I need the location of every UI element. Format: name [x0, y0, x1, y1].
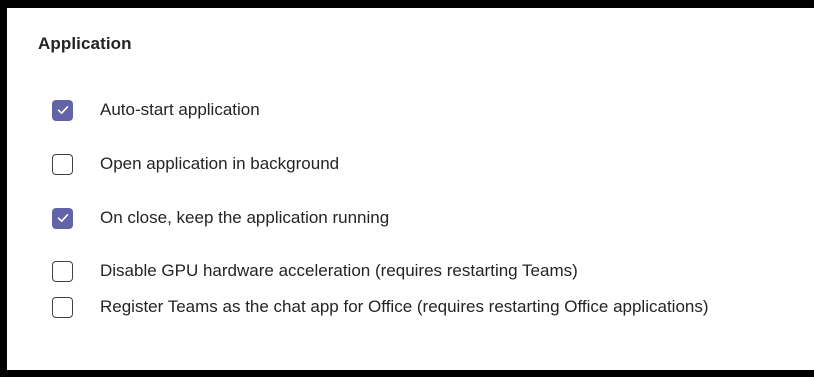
checkmark-icon	[57, 106, 68, 114]
keep-running-label: On close, keep the application running	[100, 208, 390, 227]
option-auto-start[interactable]: Auto-start application	[52, 96, 260, 124]
register-chat-app-label: Register Teams as the chat app for Offic…	[100, 297, 709, 316]
option-disable-gpu[interactable]: Disable GPU hardware acceleration (requi…	[52, 257, 578, 285]
open-in-background-checkbox[interactable]	[52, 153, 73, 175]
auto-start-checkbox[interactable]	[52, 99, 73, 121]
disable-gpu-label: Disable GPU hardware acceleration (requi…	[100, 261, 578, 280]
keep-running-checkbox[interactable]	[52, 207, 73, 229]
option-keep-running-on-close[interactable]: On close, keep the application running	[52, 204, 389, 232]
settings-panel: Application Auto-start application Open …	[0, 0, 814, 377]
section-title: Application	[38, 34, 132, 53]
auto-start-label: Auto-start application	[100, 100, 260, 119]
disable-gpu-checkbox[interactable]	[52, 260, 73, 282]
option-open-in-background[interactable]: Open application in background	[52, 150, 339, 178]
open-in-background-label: Open application in background	[100, 154, 340, 173]
option-register-chat-app[interactable]: Register Teams as the chat app for Offic…	[52, 293, 800, 321]
checkmark-icon	[57, 214, 68, 222]
register-chat-app-checkbox[interactable]	[52, 296, 73, 318]
